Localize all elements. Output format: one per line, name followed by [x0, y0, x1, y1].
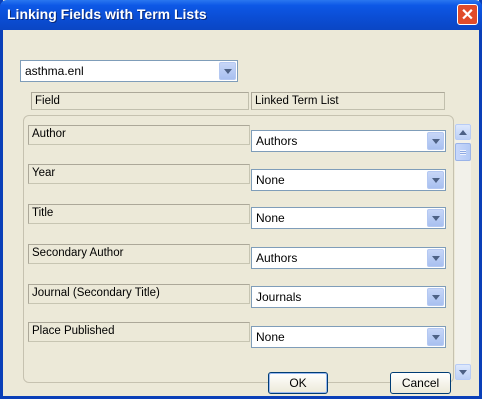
chevron-up-icon: [459, 129, 467, 135]
chevron-down-icon[interactable]: [427, 132, 444, 150]
term-list-select[interactable]: None: [251, 326, 446, 348]
field-label: Year: [28, 164, 250, 184]
library-select[interactable]: asthma.enl: [20, 60, 238, 82]
chevron-down-icon[interactable]: [219, 62, 236, 80]
title-bar[interactable]: Linking Fields with Term Lists ✕: [0, 0, 482, 30]
chevron-down-icon[interactable]: [427, 288, 444, 306]
term-list-value: Journals: [256, 290, 302, 304]
dialog-body: asthma.enl Field Linked Term List Author…: [3, 30, 479, 399]
linked-term-list-column-header: Linked Term List: [251, 92, 445, 110]
window-title: Linking Fields with Term Lists: [7, 6, 207, 22]
close-icon: ✕: [460, 6, 475, 24]
chevron-down-icon[interactable]: [427, 209, 444, 227]
scroll-up-button[interactable]: [455, 124, 471, 140]
chevron-down-icon[interactable]: [427, 249, 444, 267]
term-list-select[interactable]: Authors: [251, 247, 446, 269]
field-label: Secondary Author: [28, 244, 250, 264]
term-list-value: None: [256, 211, 285, 225]
field-label: Place Published: [28, 322, 250, 342]
scrollbar-thumb[interactable]: [455, 143, 471, 161]
chevron-down-icon[interactable]: [427, 171, 444, 189]
term-list-value: Authors: [256, 134, 298, 148]
field-label: Author: [28, 125, 250, 145]
term-list-select[interactable]: None: [251, 169, 446, 191]
library-select-value: asthma.enl: [25, 64, 84, 78]
ok-button[interactable]: OK: [268, 372, 328, 394]
field-label: Journal (Secondary Title): [28, 284, 250, 304]
scroll-down-button[interactable]: [455, 364, 471, 380]
cancel-button[interactable]: Cancel: [390, 372, 451, 394]
field-label: Title: [28, 204, 250, 224]
term-list-value: None: [256, 330, 285, 344]
close-button[interactable]: ✕: [457, 4, 478, 25]
term-list-select[interactable]: Journals: [251, 286, 446, 308]
dialog-window: Linking Fields with Term Lists ✕ asthma.…: [0, 0, 482, 399]
chevron-down-icon[interactable]: [427, 328, 444, 346]
term-list-select[interactable]: Authors: [251, 130, 446, 152]
term-list-value: None: [256, 173, 285, 187]
term-list-select[interactable]: None: [251, 207, 446, 229]
chevron-down-icon: [459, 369, 467, 375]
term-list-value: Authors: [256, 251, 298, 265]
vertical-scrollbar[interactable]: [455, 124, 471, 380]
field-column-header: Field: [31, 92, 249, 110]
